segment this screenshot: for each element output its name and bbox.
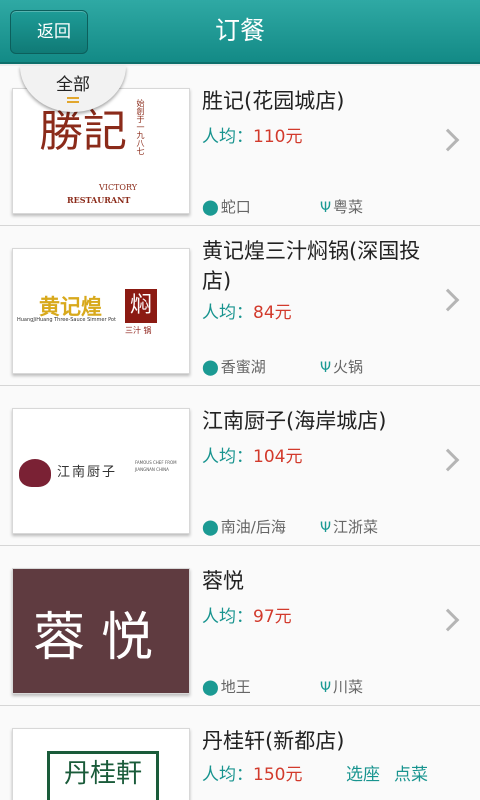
fork-icon: Ψ	[320, 200, 332, 216]
page-title: 订餐	[214, 16, 265, 45]
restaurant-name: 黄记煌三汁焖锅(深国投店)	[202, 239, 421, 293]
fork-icon: Ψ	[320, 360, 332, 376]
restaurant-row[interactable]: 蓉悦 蓉悦 人均：97元 ⬤ 地王 Ψ 川菜	[0, 546, 480, 706]
logo-tail: 三汁 锅	[125, 326, 152, 335]
location-pin-icon: ⬤	[202, 518, 219, 536]
price-value: 104元	[253, 447, 303, 467]
fork-icon: Ψ	[320, 520, 332, 536]
meta: ⬤ 南油/后海 Ψ 江浙菜	[202, 516, 378, 537]
restaurant-logo: 勝記 始創于一九八七 VICTORY RESTAURANT	[12, 88, 190, 214]
price-value: 97元	[253, 607, 292, 627]
price-value: 150元	[253, 765, 303, 785]
area: 地王	[220, 678, 251, 696]
price-label: 人均：	[202, 765, 253, 785]
logo-big-text: 江南厨子	[57, 465, 118, 480]
filter-lines-icon	[67, 97, 79, 105]
price: 人均：84元	[202, 298, 292, 323]
filter-label: 全部	[56, 75, 90, 95]
cuisine: 川菜	[333, 678, 364, 696]
logo-emblem	[19, 459, 51, 487]
location-pin-icon: ⬤	[202, 198, 219, 216]
restaurant-logo: 江南厨子 FAMOUS CHEF FROM JIANGNAN CHINA	[12, 408, 190, 534]
restaurant-row[interactable]: 丹桂軒 丹桂轩(新都店) 人均：150元 选座 点菜	[0, 706, 480, 800]
select-seat-link[interactable]: 选座	[346, 765, 380, 785]
area: 香蜜湖	[220, 358, 266, 376]
logo-mark: 焖	[125, 289, 157, 323]
price: 人均：97元	[202, 602, 292, 627]
order-food-link[interactable]: 点菜	[394, 765, 428, 785]
price-label: 人均：	[202, 127, 253, 147]
fork-icon: Ψ	[320, 680, 332, 696]
restaurant-row[interactable]: 黄记煌 HuangJiHuang Three-Sauce Simmer Pot …	[0, 226, 480, 386]
chevron-right-icon	[436, 128, 460, 152]
logo-en-line1: VICTORY	[99, 183, 138, 192]
top-bar: 返回 订餐	[0, 0, 480, 64]
logo-big-text: 蓉悦	[33, 608, 170, 668]
price-label: 人均：	[202, 303, 253, 323]
chevron-right-icon	[436, 608, 460, 632]
logo-big-text: 丹桂軒	[47, 751, 159, 800]
restaurant-name: 丹桂轩(新都店)	[202, 729, 345, 753]
restaurant-logo: 黄记煌 HuangJiHuang Three-Sauce Simmer Pot …	[12, 248, 190, 374]
meta: ⬤ 香蜜湖 Ψ 火锅	[202, 356, 363, 377]
cuisine: 火锅	[333, 358, 364, 376]
price: 人均：110元	[202, 122, 302, 147]
chevron-right-icon	[436, 448, 460, 472]
price-value: 84元	[253, 303, 292, 323]
location-pin-icon: ⬤	[202, 678, 219, 696]
restaurant-list: 勝記 始創于一九八七 VICTORY RESTAURANT 胜记(花园城店) 人…	[0, 66, 480, 800]
logo-en-line2: RESTAURANT	[67, 195, 131, 205]
price-label: 人均：	[202, 607, 253, 627]
restaurant-row[interactable]: 江南厨子 FAMOUS CHEF FROM JIANGNAN CHINA 江南厨…	[0, 386, 480, 546]
action-links: 选座 点菜	[346, 760, 442, 785]
chevron-right-icon	[436, 288, 460, 312]
logo-big-text: 勝記	[39, 106, 127, 157]
area: 蛇口	[220, 198, 251, 216]
restaurant-logo: 丹桂軒	[12, 728, 190, 800]
area: 南油/后海	[220, 518, 286, 536]
price: 人均：150元	[202, 760, 302, 785]
price-value: 110元	[253, 127, 303, 147]
cuisine: 粤菜	[333, 198, 364, 216]
restaurant-name: 江南厨子(海岸城店)	[202, 409, 387, 433]
price-label: 人均：	[202, 447, 253, 467]
cuisine: 江浙菜	[333, 518, 379, 536]
restaurant-name: 蓉悦	[202, 569, 244, 593]
logo-sub-text: HuangJiHuang Three-Sauce Simmer Pot	[17, 317, 116, 323]
logo-small-text: 始創于一九八七	[136, 99, 145, 155]
location-pin-icon: ⬤	[202, 358, 219, 376]
price: 人均：104元	[202, 442, 302, 467]
meta: ⬤ 蛇口 Ψ 粤菜	[202, 196, 363, 217]
restaurant-logo: 蓉悦	[12, 568, 190, 694]
logo-en-text: FAMOUS CHEF FROM JIANGNAN CHINA	[135, 460, 177, 472]
meta: ⬤ 地王 Ψ 川菜	[202, 676, 363, 697]
restaurant-name: 胜记(花园城店)	[202, 89, 345, 113]
